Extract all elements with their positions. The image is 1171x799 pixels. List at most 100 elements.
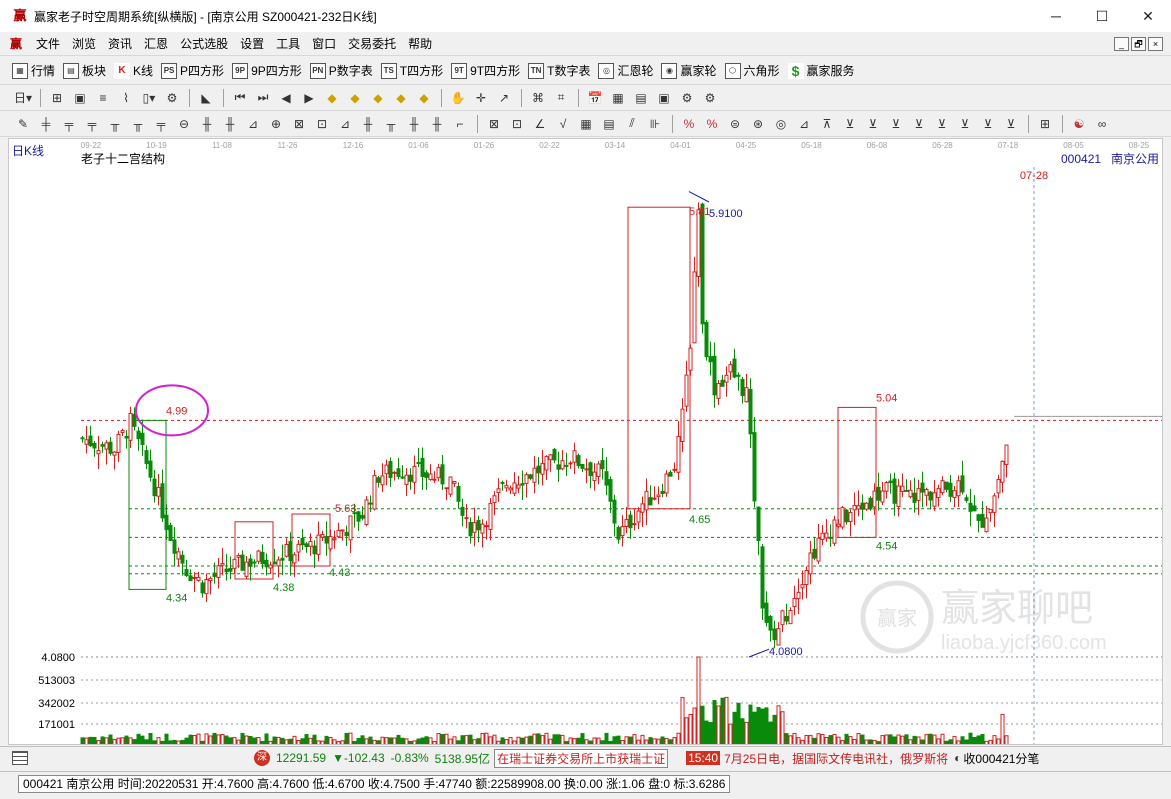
tb3-tool-22-button[interactable]: ⊡ xyxy=(506,114,528,134)
chart-pane[interactable]: 赢家 赢家聊吧 liaoba.yjcf360.com 日K线 老子十二宫结构 00042… xyxy=(8,138,1163,745)
tb3-tool-3-button[interactable]: ╤ xyxy=(58,114,80,134)
tb2-tool-15-button[interactable]: ◆ xyxy=(367,88,389,108)
tb3-tool-12-button[interactable]: ⊕ xyxy=(265,114,287,134)
menu-formula[interactable]: 公式选股 xyxy=(174,32,234,56)
tb3-tool-15-button[interactable]: ⊿ xyxy=(334,114,356,134)
tb2-tool-4-button[interactable]: ≡ xyxy=(92,88,114,108)
tb3-tool-16-button[interactable]: ╫ xyxy=(357,114,379,134)
menu-tools[interactable]: 工具 xyxy=(270,32,306,56)
tb3-tool-34-button[interactable]: ⊿ xyxy=(793,114,815,134)
toolbar-ts-button[interactable]: TS T四方形 xyxy=(380,62,443,79)
tb3-tool-14-button[interactable]: ⊡ xyxy=(311,114,333,134)
tb3-tool-40-button[interactable]: ⊻ xyxy=(931,114,953,134)
tb3-tool-18-button[interactable]: ╫ xyxy=(403,114,425,134)
tb3-tool-20-button[interactable]: ⌐ xyxy=(449,114,471,134)
toolbar-sector-grid-button[interactable]: ▤ 板块 xyxy=(63,62,106,79)
tb3-tool-36-button[interactable]: ⊻ xyxy=(839,114,861,134)
tb3-tool-30-button[interactable]: % xyxy=(701,114,723,134)
tb3-tool-37-button[interactable]: ⊻ xyxy=(862,114,884,134)
tb2-tool-11-button[interactable]: ◀ xyxy=(275,88,297,108)
tb3-tool-31-button[interactable]: ⊜ xyxy=(724,114,746,134)
menu-trade[interactable]: 交易委托 xyxy=(342,32,402,56)
tb3-tool-43-button[interactable]: ⊻ xyxy=(1000,114,1022,134)
tb3-tool-42-button[interactable]: ⊻ xyxy=(977,114,999,134)
tb2-tool-5-button[interactable]: ⌇ xyxy=(115,88,137,108)
menu-huien[interactable]: 汇恩 xyxy=(138,32,174,56)
tb3-tool-7-button[interactable]: ╤ xyxy=(150,114,172,134)
tb3-tool-4-button[interactable]: ╤ xyxy=(81,114,103,134)
kline-chart[interactable]: 赢家 赢家聊吧liaoba.yjcf360.com 日K线老子十二宫结构 00042… xyxy=(9,139,1163,745)
tb3-tool-26-button[interactable]: ▤ xyxy=(598,114,620,134)
close-button[interactable]: ✕ xyxy=(1125,0,1171,32)
mdi-close-button[interactable]: × xyxy=(1148,37,1163,51)
tb3-tool-5-button[interactable]: ╥ xyxy=(104,114,126,134)
tb2-tool-21-button[interactable]: ⌘ xyxy=(527,88,549,108)
tb3-tool-35-button[interactable]: ⊼ xyxy=(816,114,838,134)
tb3-tool-8-button[interactable]: ⊖ xyxy=(173,114,195,134)
tb2-tool-26-button[interactable]: ▣ xyxy=(653,88,675,108)
toolbar-pn-button[interactable]: PN P数字表 xyxy=(309,62,373,79)
menu-help[interactable]: 帮助 xyxy=(402,32,438,56)
tb3-tool-44-button[interactable]: ⊞ xyxy=(1034,114,1056,134)
stock-flow-label[interactable]: 收000421分笔 xyxy=(963,750,1039,767)
toolbar-9t-button[interactable]: 9T 9T四方形 xyxy=(451,62,520,79)
tb3-tool-24-button[interactable]: √ xyxy=(552,114,574,134)
tb3-tool-33-button[interactable]: ◎ xyxy=(770,114,792,134)
menu-browse[interactable]: 浏览 xyxy=(66,32,102,56)
tb2-tool-18-button[interactable]: ✋ xyxy=(447,88,469,108)
toolbar-9p-button[interactable]: 9P 9P四方形 xyxy=(232,62,302,79)
tb3-tool-39-button[interactable]: ⊻ xyxy=(908,114,930,134)
tb3-tool-46-button[interactable]: ∞ xyxy=(1091,114,1113,134)
tb2-tool-22-button[interactable]: ⌗ xyxy=(550,88,572,108)
menu-info[interactable]: 资讯 xyxy=(102,32,138,56)
tb2-tool-23-button[interactable]: 📅 xyxy=(584,88,606,108)
menu-file[interactable]: 文件 xyxy=(30,32,66,56)
tb2-tool-10-button[interactable]: ⏭ xyxy=(252,88,274,108)
tb2-tool-8-button[interactable]: ◣ xyxy=(195,88,217,108)
toolbar-wheel-button[interactable]: ◎ 汇恩轮 xyxy=(598,62,653,79)
tb3-tool-32-button[interactable]: ⊛ xyxy=(747,114,769,134)
maximize-button[interactable]: ☐ xyxy=(1079,0,1125,32)
news-headline-1[interactable]: 在瑞士证券交易所上市获瑞士证 xyxy=(494,748,669,768)
toolbar-winner-wheel-button[interactable]: ◉ 赢家轮 xyxy=(661,62,717,79)
tb3-tool-45-button[interactable]: ☯ xyxy=(1068,114,1090,134)
toolbar-tn-button[interactable]: TN T数字表 xyxy=(528,62,590,79)
tb2-tool-3-button[interactable]: ▣ xyxy=(69,88,91,108)
toolbar-hexagon-button[interactable]: ⬡ 六角形 xyxy=(724,62,780,79)
tb3-tool-28-button[interactable]: ⊪ xyxy=(644,114,666,134)
toolbar-candlestick-button[interactable]: K K线 xyxy=(114,62,153,79)
tb2-tool-17-button[interactable]: ◆ xyxy=(413,88,435,108)
tb3-tool-1-button[interactable]: ✎ xyxy=(12,114,34,134)
tb2-tool-6-button[interactable]: ▯▾ xyxy=(138,88,160,108)
tb2-tool-20-button[interactable]: ↗ xyxy=(493,88,515,108)
tb2-tool-12-button[interactable]: ▶ xyxy=(298,88,320,108)
news-headline-2[interactable]: 7月25日电，据国际文传电讯社，俄罗斯将 xyxy=(724,750,948,767)
tb3-tool-6-button[interactable]: ╥ xyxy=(127,114,149,134)
tb2-tool-25-button[interactable]: ▤ xyxy=(630,88,652,108)
toolbar-table-button[interactable]: ▦ 行情 xyxy=(12,62,55,79)
tb3-tool-11-button[interactable]: ⊿ xyxy=(242,114,264,134)
minimize-button[interactable]: ─ xyxy=(1033,0,1079,32)
tb2-tool-16-button[interactable]: ◆ xyxy=(390,88,412,108)
tb3-tool-19-button[interactable]: ╫ xyxy=(426,114,448,134)
toolbar-ps-button[interactable]: PS P四方形 xyxy=(161,62,224,79)
tb3-tool-17-button[interactable]: ╥ xyxy=(380,114,402,134)
toolbar-dollar-button[interactable]: $ 赢家服务 xyxy=(787,62,855,79)
ticker-grid-icon[interactable] xyxy=(12,751,28,765)
tb3-tool-25-button[interactable]: ▦ xyxy=(575,114,597,134)
mdi-minimize-button[interactable]: _ xyxy=(1114,37,1129,51)
tb2-tool-7-button[interactable]: ⚙ xyxy=(161,88,183,108)
tb3-tool-9-button[interactable]: ╫ xyxy=(196,114,218,134)
tb3-tool-23-button[interactable]: ∠ xyxy=(529,114,551,134)
tb2-tool-19-button[interactable]: ✛ xyxy=(470,88,492,108)
tb3-tool-13-button[interactable]: ⊠ xyxy=(288,114,310,134)
tb2-tool-1-button[interactable]: 日▾ xyxy=(12,88,34,108)
tb2-tool-14-button[interactable]: ◆ xyxy=(344,88,366,108)
mdi-restore-button[interactable]: 🗗 xyxy=(1131,37,1146,51)
tb2-tool-13-button[interactable]: ◆ xyxy=(321,88,343,108)
tb3-tool-38-button[interactable]: ⊻ xyxy=(885,114,907,134)
tb2-tool-28-button[interactable]: ⚙ xyxy=(699,88,721,108)
tb3-tool-2-button[interactable]: ╪ xyxy=(35,114,57,134)
tb2-tool-24-button[interactable]: ▦ xyxy=(607,88,629,108)
tb2-tool-2-button[interactable]: ⊞ xyxy=(46,88,68,108)
